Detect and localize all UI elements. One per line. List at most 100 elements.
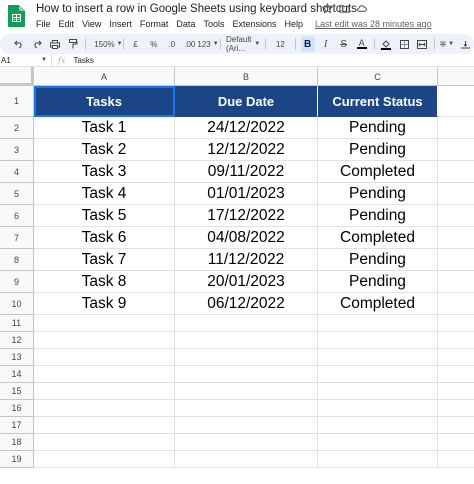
cell-a19[interactable] <box>34 451 175 468</box>
cell-c10[interactable]: Completed <box>318 293 438 315</box>
strikethrough-button[interactable]: S <box>337 36 351 52</box>
cell-a16[interactable] <box>34 400 175 417</box>
cell-b15[interactable] <box>175 383 318 400</box>
row-header-10[interactable]: 10 <box>0 293 34 315</box>
cell-b19[interactable] <box>175 451 318 468</box>
cell-c5[interactable]: Pending <box>318 183 438 205</box>
more-formats-select[interactable]: 123 ▼ <box>197 36 218 52</box>
cell-d12[interactable] <box>438 332 474 349</box>
cell-b1[interactable]: Due Date <box>175 86 318 117</box>
cell-a12[interactable] <box>34 332 175 349</box>
cell-c14[interactable] <box>318 366 438 383</box>
cell-d11[interactable] <box>438 315 474 332</box>
cell-a11[interactable] <box>34 315 175 332</box>
row-header-14[interactable]: 14 <box>0 366 34 383</box>
cell-d14[interactable] <box>438 366 474 383</box>
cell-c16[interactable] <box>318 400 438 417</box>
decrease-decimal-button[interactable]: .0 <box>165 36 179 52</box>
cell-b16[interactable] <box>175 400 318 417</box>
sheets-logo-icon[interactable] <box>8 5 25 27</box>
cell-a10[interactable]: Task 9 <box>34 293 175 315</box>
cell-a6[interactable]: Task 5 <box>34 205 175 227</box>
cell-a4[interactable]: Task 3 <box>34 161 175 183</box>
cell-b10[interactable]: 06/12/2022 <box>175 293 318 315</box>
cell-b3[interactable]: 12/12/2022 <box>175 139 318 161</box>
cell-d1[interactable] <box>438 86 474 117</box>
cell-d9[interactable] <box>438 271 474 293</box>
document-title[interactable]: How to insert a row in Google Sheets usi… <box>36 3 357 15</box>
cell-b8[interactable]: 11/12/2022 <box>175 249 318 271</box>
merge-cells-icon[interactable] <box>415 36 429 52</box>
menu-format[interactable]: Format <box>136 19 173 29</box>
cell-c19[interactable] <box>318 451 438 468</box>
cloud-status-icon[interactable] <box>356 3 367 14</box>
cell-b18[interactable] <box>175 434 318 451</box>
cell-d8[interactable] <box>438 249 474 271</box>
column-header-c[interactable]: C <box>318 67 438 86</box>
name-box[interactable]: A1 ▼ <box>0 53 52 67</box>
cell-b6[interactable]: 17/12/2022 <box>175 205 318 227</box>
cell-d10[interactable] <box>438 293 474 315</box>
cell-d19[interactable] <box>438 451 474 468</box>
cell-d18[interactable] <box>438 434 474 451</box>
cell-b4[interactable]: 09/11/2022 <box>175 161 318 183</box>
column-header-a[interactable]: A <box>34 67 175 86</box>
cell-a3[interactable]: Task 2 <box>34 139 175 161</box>
cell-d15[interactable] <box>438 383 474 400</box>
menu-file[interactable]: File <box>36 19 55 29</box>
font-select[interactable]: Default (Ari... ▼ <box>226 35 260 53</box>
percent-button[interactable]: % <box>147 36 161 52</box>
row-header-18[interactable]: 18 <box>0 434 34 451</box>
row-header-17[interactable]: 17 <box>0 417 34 434</box>
select-all-corner[interactable] <box>0 67 34 86</box>
cell-d2[interactable] <box>438 117 474 139</box>
cell-a2[interactable]: Task 1 <box>34 117 175 139</box>
row-header-3[interactable]: 3 <box>0 139 34 161</box>
cell-b17[interactable] <box>175 417 318 434</box>
cell-a14[interactable] <box>34 366 175 383</box>
cell-c13[interactable] <box>318 349 438 366</box>
formula-input[interactable]: Tasks <box>71 56 93 65</box>
row-header-11[interactable]: 11 <box>0 315 34 332</box>
menu-edit[interactable]: Edit <box>55 19 79 29</box>
cell-b5[interactable]: 01/01/2023 <box>175 183 318 205</box>
cell-a1[interactable]: Tasks <box>34 86 175 117</box>
increase-decimal-button[interactable]: .00 <box>183 36 197 52</box>
cell-a8[interactable]: Task 7 <box>34 249 175 271</box>
column-header-b[interactable]: B <box>175 67 318 86</box>
cell-a13[interactable] <box>34 349 175 366</box>
vertical-align-icon[interactable] <box>458 36 472 52</box>
cell-b7[interactable]: 04/08/2022 <box>175 227 318 249</box>
menu-help[interactable]: Help <box>280 19 307 29</box>
row-header-8[interactable]: 8 <box>0 249 34 271</box>
cell-a15[interactable] <box>34 383 175 400</box>
cell-c8[interactable]: Pending <box>318 249 438 271</box>
row-header-16[interactable]: 16 <box>0 400 34 417</box>
cell-d5[interactable] <box>438 183 474 205</box>
print-icon[interactable] <box>48 36 62 52</box>
row-header-9[interactable]: 9 <box>0 271 34 293</box>
cell-a18[interactable] <box>34 434 175 451</box>
cell-b2[interactable]: 24/12/2022 <box>175 117 318 139</box>
cell-c18[interactable] <box>318 434 438 451</box>
cell-a7[interactable]: Task 6 <box>34 227 175 249</box>
borders-icon[interactable] <box>397 36 411 52</box>
cell-d16[interactable] <box>438 400 474 417</box>
cell-c11[interactable] <box>318 315 438 332</box>
cell-c1[interactable]: Current Status <box>318 86 438 117</box>
italic-button[interactable]: I <box>319 36 333 52</box>
row-header-6[interactable]: 6 <box>0 205 34 227</box>
row-header-2[interactable]: 2 <box>0 117 34 139</box>
menu-data[interactable]: Data <box>172 19 199 29</box>
font-size-field[interactable]: 12 <box>271 36 290 52</box>
cell-c15[interactable] <box>318 383 438 400</box>
row-header-12[interactable]: 12 <box>0 332 34 349</box>
paint-format-icon[interactable] <box>66 36 80 52</box>
cell-d7[interactable] <box>438 227 474 249</box>
row-header-7[interactable]: 7 <box>0 227 34 249</box>
cell-d6[interactable] <box>438 205 474 227</box>
zoom-select[interactable]: 150% ▼ <box>94 36 122 52</box>
cell-c3[interactable]: Pending <box>318 139 438 161</box>
horizontal-align-select[interactable]: ▼ <box>440 36 454 52</box>
text-color-button[interactable]: A <box>355 36 369 52</box>
